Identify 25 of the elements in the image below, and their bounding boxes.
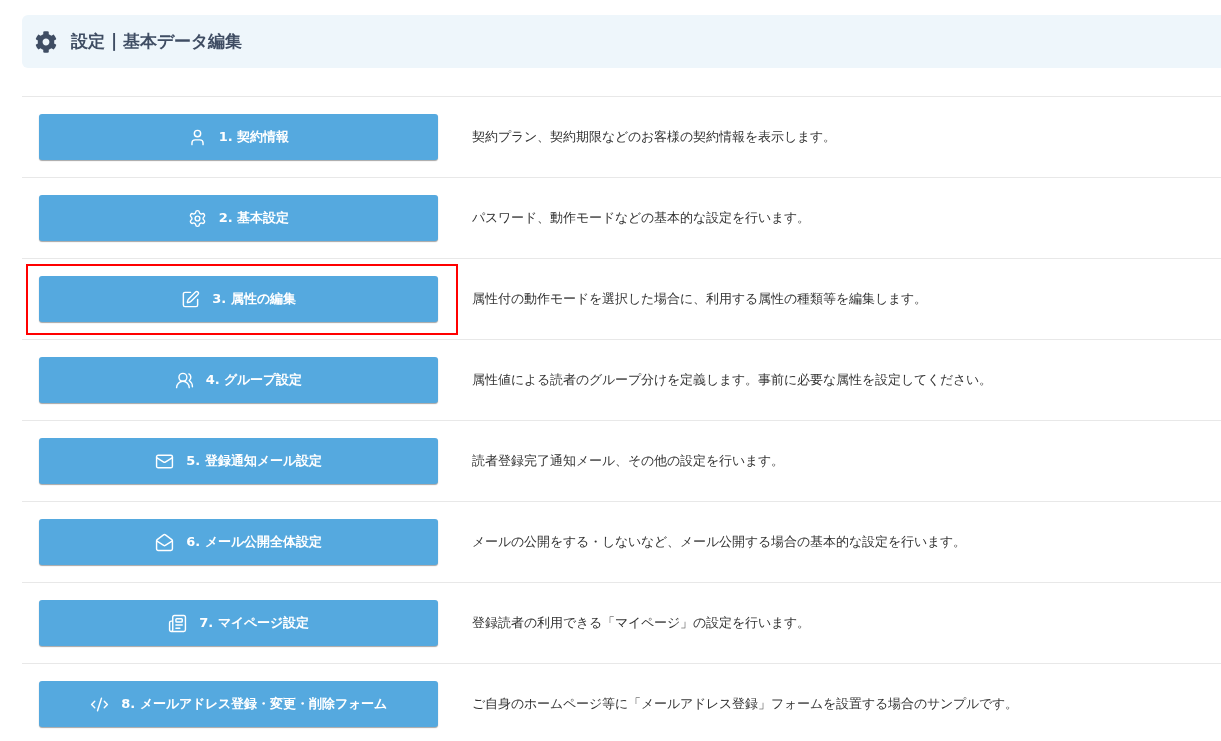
menu-button[interactable]: 8. メールアドレス登録・変更・削除フォーム <box>39 681 438 727</box>
menu-button[interactable]: 2. 基本設定 <box>39 195 438 241</box>
menu-description: 登録読者の利用できる「マイページ」の設定を行います。 <box>472 614 810 633</box>
page-title: 設定 | 基本データ編集 <box>71 29 243 53</box>
open-envelope-icon <box>155 532 175 552</box>
envelope-icon <box>155 451 175 471</box>
menu-button[interactable]: 3. 属性の編集 <box>39 276 438 322</box>
menu-button[interactable]: 4. グループ設定 <box>39 357 438 403</box>
newspaper-icon <box>168 613 188 633</box>
menu-description: 契約プラン、契約期限などのお客様の契約情報を表示します。 <box>472 128 836 147</box>
menu-button[interactable]: 7. マイページ設定 <box>39 600 438 646</box>
code-icon <box>90 694 110 714</box>
menu-button[interactable]: 1. 契約情報 <box>39 114 438 160</box>
menu-button[interactable]: 6. メール公開全体設定 <box>39 519 438 565</box>
menu-description: パスワード、動作モードなどの基本的な設定を行います。 <box>472 209 810 228</box>
menu-description: メールの公開をする・しないなど、メール公開する場合の基本的な設定を行います。 <box>472 533 966 552</box>
menu-description: ご自身のホームページ等に「メールアドレス登録」フォームを設置する場合のサンプルです。 <box>472 695 1018 714</box>
menu-description: 属性付の動作モードを選択した場合に、利用する属性の種類等を編集します。 <box>472 290 927 309</box>
menu-button[interactable]: 5. 登録通知メール設定 <box>39 438 438 484</box>
settings-icon <box>35 30 57 53</box>
settings-icon <box>187 208 207 228</box>
people-icon <box>174 370 194 390</box>
menu-description: 読者登録完了通知メール、その他の設定を行います。 <box>472 452 784 471</box>
edit-icon <box>181 289 201 309</box>
menu-description: 属性値による読者のグループ分けを定義します。事前に必要な属性を設定してください。 <box>472 371 992 390</box>
